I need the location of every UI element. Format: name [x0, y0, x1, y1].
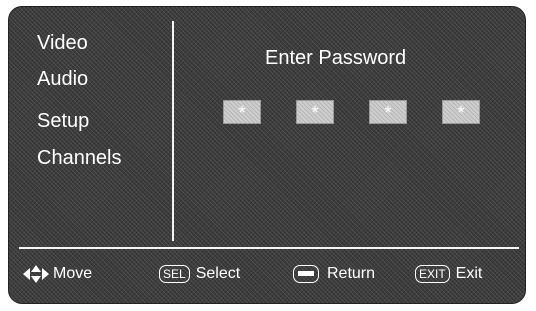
dpad-arrows-icon: [23, 265, 49, 283]
hint-exit: EXIT Exit: [415, 263, 482, 285]
hint-select-label: Select: [195, 265, 241, 282]
hint-select: SEL Select: [159, 263, 240, 285]
password-title: Enter Password: [265, 47, 407, 69]
osd-screen: Video Audio Setup Channels Enter Passwor…: [8, 6, 526, 304]
password-digit-4[interactable]: *: [442, 100, 480, 124]
side-menu: Video Audio Setup Channels: [9, 7, 169, 243]
exit-key-icon: EXIT: [415, 265, 450, 283]
hint-exit-label: Exit: [455, 265, 483, 282]
minus-key-icon: [293, 265, 319, 283]
password-digit-2[interactable]: *: [296, 100, 334, 124]
vertical-divider: [172, 21, 174, 241]
password-digit-1[interactable]: *: [223, 100, 261, 124]
hint-move-label: Move: [53, 265, 93, 282]
menu-item-channels[interactable]: Channels: [37, 146, 122, 170]
sel-key-icon: SEL: [159, 265, 190, 283]
footer-divider: [19, 247, 519, 249]
hint-return-label: Return: [327, 265, 376, 282]
menu-item-setup[interactable]: Setup: [37, 109, 89, 133]
password-digit-3[interactable]: *: [369, 100, 407, 124]
menu-item-video[interactable]: Video: [37, 31, 88, 55]
footer-hints: Move SEL Select Return EXIT Exit: [9, 253, 525, 293]
hint-return: Return: [293, 263, 375, 285]
menu-item-audio[interactable]: Audio: [37, 67, 88, 91]
hint-move: Move: [23, 263, 92, 285]
